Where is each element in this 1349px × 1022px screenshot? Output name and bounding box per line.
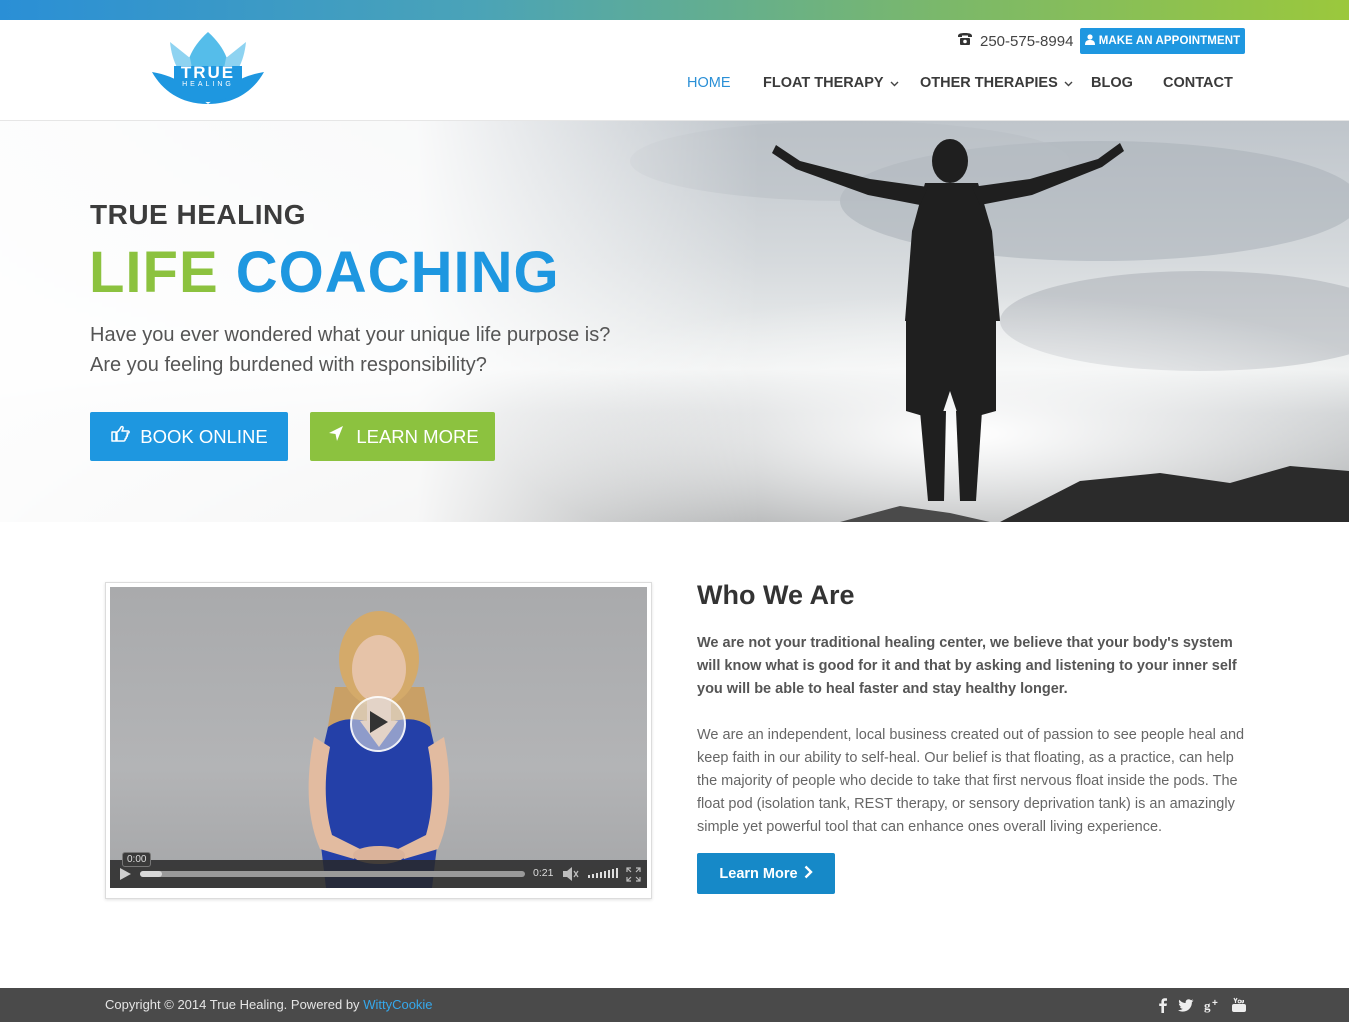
youtube-icon[interactable] xyxy=(1231,997,1247,1013)
top-gradient-bar xyxy=(0,0,1349,20)
nav-label: FLOAT THERAPY xyxy=(763,75,884,91)
about-title-light: Who xyxy=(697,580,756,610)
about-lead-text: We are not your traditional healing cent… xyxy=(697,635,1237,697)
video-current-time: 0:00 xyxy=(122,852,152,867)
make-appointment-button[interactable]: MAKE AN APPOINTMENT xyxy=(1080,28,1245,54)
nav-label: BLOG xyxy=(1091,75,1133,91)
learn-more-button-label: Learn More xyxy=(719,865,798,882)
volume-icon[interactable] xyxy=(562,866,580,882)
fullscreen-icon[interactable] xyxy=(626,867,641,882)
video-duration: 0:21 xyxy=(533,867,554,879)
nav-item-home[interactable]: HOME xyxy=(687,75,731,91)
video-player[interactable]: 0:00 0:21 xyxy=(110,587,647,888)
powered-by-link[interactable]: WittyCookie xyxy=(363,997,432,1012)
phone-number: 250-575-8994 xyxy=(980,32,1074,50)
phone-contact[interactable]: 250-575-8994 xyxy=(957,30,1073,52)
chevron-down-icon xyxy=(1064,75,1073,91)
nav-label: OTHER THERAPIES xyxy=(920,75,1058,91)
site-header: TRUE HEALING 250-575-8994 MAKE AN APPOIN… xyxy=(0,20,1349,121)
site-logo[interactable]: TRUE HEALING xyxy=(150,28,266,108)
nav-item-other-therapies[interactable]: OTHER THERAPIES xyxy=(920,75,1073,91)
hero-title: LIFE COACHING xyxy=(89,239,560,306)
nav-label: HOME xyxy=(687,75,731,91)
footer-copyright: Copyright © 2014 True Healing. Powered b… xyxy=(105,997,433,1012)
learn-more-button[interactable]: Learn More xyxy=(697,853,835,894)
video-player-frame: 0:00 0:21 xyxy=(105,582,652,899)
chevron-right-icon xyxy=(804,865,813,883)
svg-text:+: + xyxy=(1212,998,1218,1009)
volume-slider[interactable] xyxy=(587,867,621,881)
about-title-bold: We Are xyxy=(763,580,855,610)
hero-kicker: TRUE HEALING xyxy=(90,199,306,230)
logo-text: TRUE xyxy=(180,63,236,82)
hero-title-part1: LIFE xyxy=(89,240,219,305)
site-footer: Copyright © 2014 True Healing. Powered b… xyxy=(0,988,1349,1022)
hero-subtitle-line1: Have you ever wondered what your unique … xyxy=(90,324,611,346)
hero-subtitle-line2: Are you feeling burdened with responsibi… xyxy=(90,354,487,376)
video-play-icon[interactable] xyxy=(118,867,132,881)
nav-item-blog[interactable]: BLOG xyxy=(1091,75,1133,91)
video-progress-fill xyxy=(140,871,162,877)
play-icon xyxy=(367,710,389,739)
hand-pointing-icon xyxy=(110,425,131,448)
nav-label: CONTACT xyxy=(1163,75,1233,91)
video-progress-rail[interactable] xyxy=(140,871,525,877)
video-play-overlay-button[interactable] xyxy=(350,696,406,752)
video-controls: 0:00 0:21 xyxy=(110,852,647,888)
learn-more-hero-button[interactable]: LEARN MORE xyxy=(310,412,495,461)
chevron-down-icon xyxy=(890,75,899,91)
facebook-icon[interactable] xyxy=(1155,997,1171,1013)
book-online-button[interactable]: BOOK ONLINE xyxy=(90,412,288,461)
location-arrow-icon xyxy=(326,425,346,448)
svg-text:g: g xyxy=(1204,998,1211,1013)
hero-subtitle: Have you ever wondered what your unique … xyxy=(90,320,610,380)
nav-item-float-therapy[interactable]: FLOAT THERAPY xyxy=(763,75,899,91)
about-title: Who We Are xyxy=(697,580,855,611)
hero-banner: TRUE HEALING LIFE COACHING Have you ever… xyxy=(0,121,1349,522)
copyright-text: Copyright © 2014 True Healing. Powered b… xyxy=(105,997,360,1012)
phone-icon xyxy=(957,32,973,50)
twitter-icon[interactable] xyxy=(1178,997,1194,1013)
user-icon xyxy=(1084,34,1095,48)
about-body-text: We are an independent, local business cr… xyxy=(697,727,1245,835)
learn-more-label: LEARN MORE xyxy=(356,425,479,447)
google-plus-icon[interactable]: g + xyxy=(1204,997,1220,1013)
logo-subtext: HEALING xyxy=(182,81,234,88)
book-online-label: BOOK ONLINE xyxy=(140,425,268,447)
appointment-label: MAKE AN APPOINTMENT xyxy=(1098,35,1241,47)
hero-title-part2: COACHING xyxy=(235,240,560,305)
nav-item-contact[interactable]: CONTACT xyxy=(1163,75,1233,91)
